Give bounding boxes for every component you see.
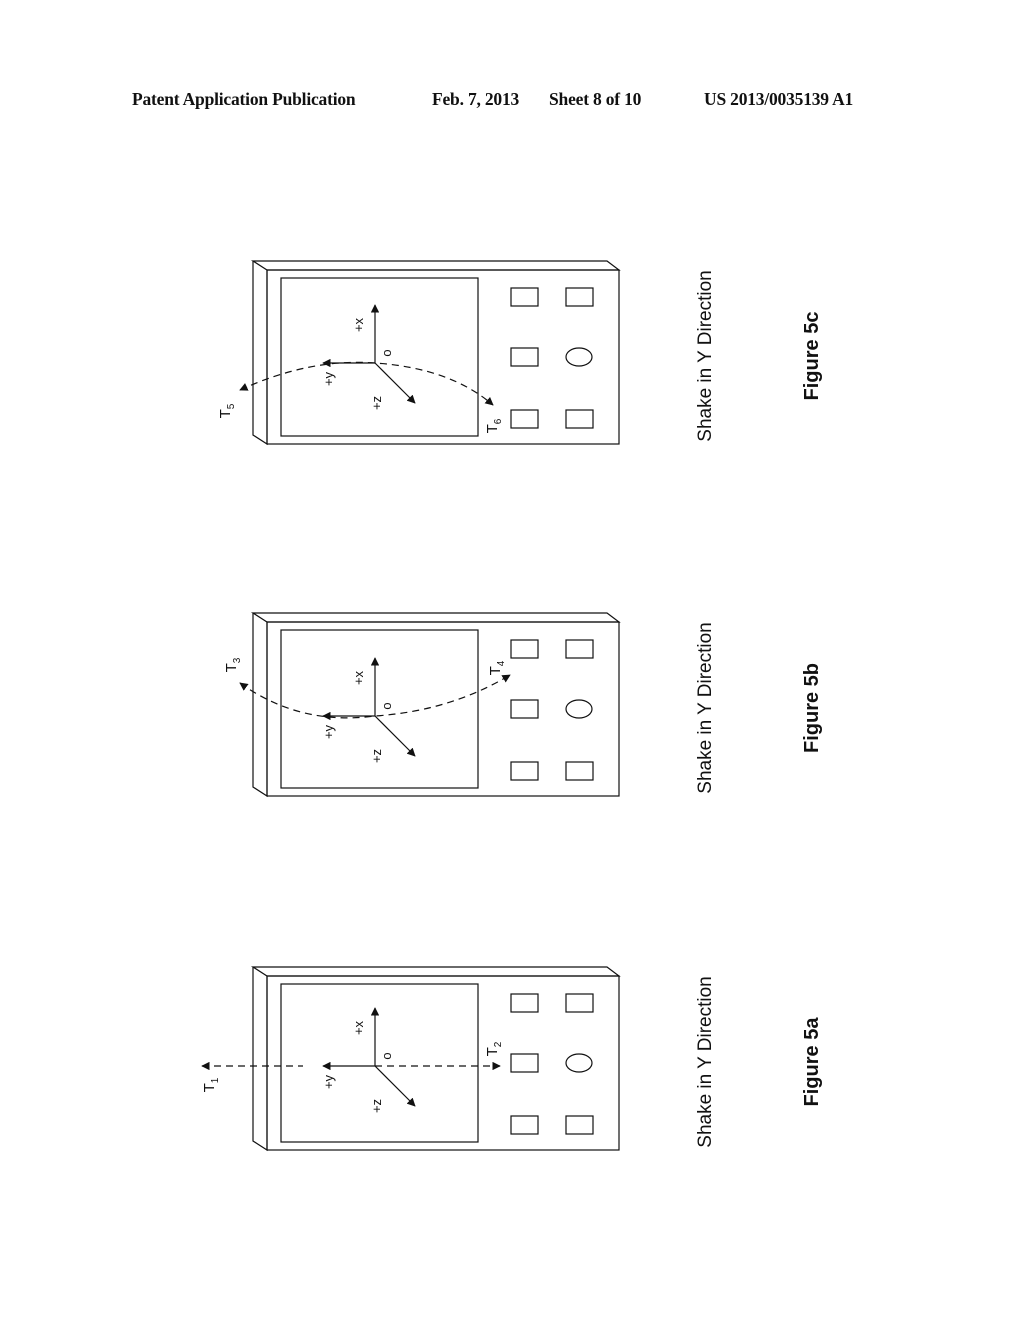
keypad-button [510,1115,539,1135]
figure-label: Figure 5b [801,663,823,753]
keypad-button [510,639,539,659]
keypad-button [510,287,539,307]
t-end-label-main: T [484,424,501,433]
t-start-label-subscript: 1 [210,1077,221,1083]
x-axis-label: +x [351,317,366,332]
drawing-sheet: +x+y+zoT5T6 Shake in Y Direction Figure 5c… [201,260,823,1152]
y-axis-label: +y [321,724,336,739]
z-axis-label: +z [369,1099,384,1113]
t-end-label-subscript: 4 [496,660,507,666]
keypad-button [510,699,539,719]
z-axis-label: +z [369,749,384,763]
t-end-label-subscript: 6 [493,418,504,424]
keypad-oval-button [565,699,593,719]
t-start-label-subscript: 3 [232,657,243,663]
x-axis-label: +x [351,1020,366,1035]
keypad-oval-button [565,1053,593,1073]
z-axis-label: +z [369,396,384,410]
origin-label: o [379,349,394,356]
keypad-button [510,761,539,781]
keypad-button [510,1053,539,1073]
figure-5b: +x+y+zoT3T4 Shake in Y Direction Figure 5b [223,612,823,798]
t-start-label-main: T [201,1083,218,1092]
y-axis-label: +y [321,371,336,386]
keypad-button [565,287,594,307]
t-start-label-subscript: 5 [226,403,237,409]
keypad-button [510,347,539,367]
figure-label: Figure 5a [801,1017,823,1107]
phone-depth-edge [250,260,621,446]
keypad-button [565,761,594,781]
t-start-label: T3 [223,657,243,672]
t-end-label-main: T [487,666,504,675]
t-end-label: T4 [487,660,507,675]
figure-caption: Shake in Y Direction [695,622,716,793]
figure-caption: Shake in Y Direction [695,976,716,1147]
keypad-button [565,993,594,1013]
t-start-label: T1 [201,1077,221,1092]
x-axis-label: +x [351,670,366,685]
keypad-button [565,1115,594,1135]
motion-path-arc [239,361,494,406]
t-end-label-subscript: 2 [493,1041,504,1047]
t-end-label: T2 [484,1041,504,1056]
phone-depth-edge [250,612,621,798]
t-end-label-main: T [484,1047,501,1056]
phone-depth-edge [250,966,621,1152]
t-start-label-main: T [223,663,240,672]
t-start-label: T5 [217,403,237,418]
y-axis-label: +y [321,1074,336,1089]
keypad-button [565,409,594,429]
keypad-button [510,993,539,1013]
origin-label: o [379,702,394,709]
keypad-button [565,639,594,659]
keypad-oval-button [565,347,593,367]
keypad-button [510,409,539,429]
origin-label: o [379,1052,394,1059]
phone-screen [280,983,479,1143]
t-start-label-main: T [217,409,234,418]
t-end-label: T6 [484,418,504,433]
figure-5a: +x+y+zoT1T2 Shake in Y Direction Figure 5a [201,966,823,1152]
figure-caption: Shake in Y Direction [695,270,716,441]
figure-5c: +x+y+zoT5T6 Shake in Y Direction Figure 5c [217,260,823,446]
figure-label: Figure 5c [801,312,823,401]
